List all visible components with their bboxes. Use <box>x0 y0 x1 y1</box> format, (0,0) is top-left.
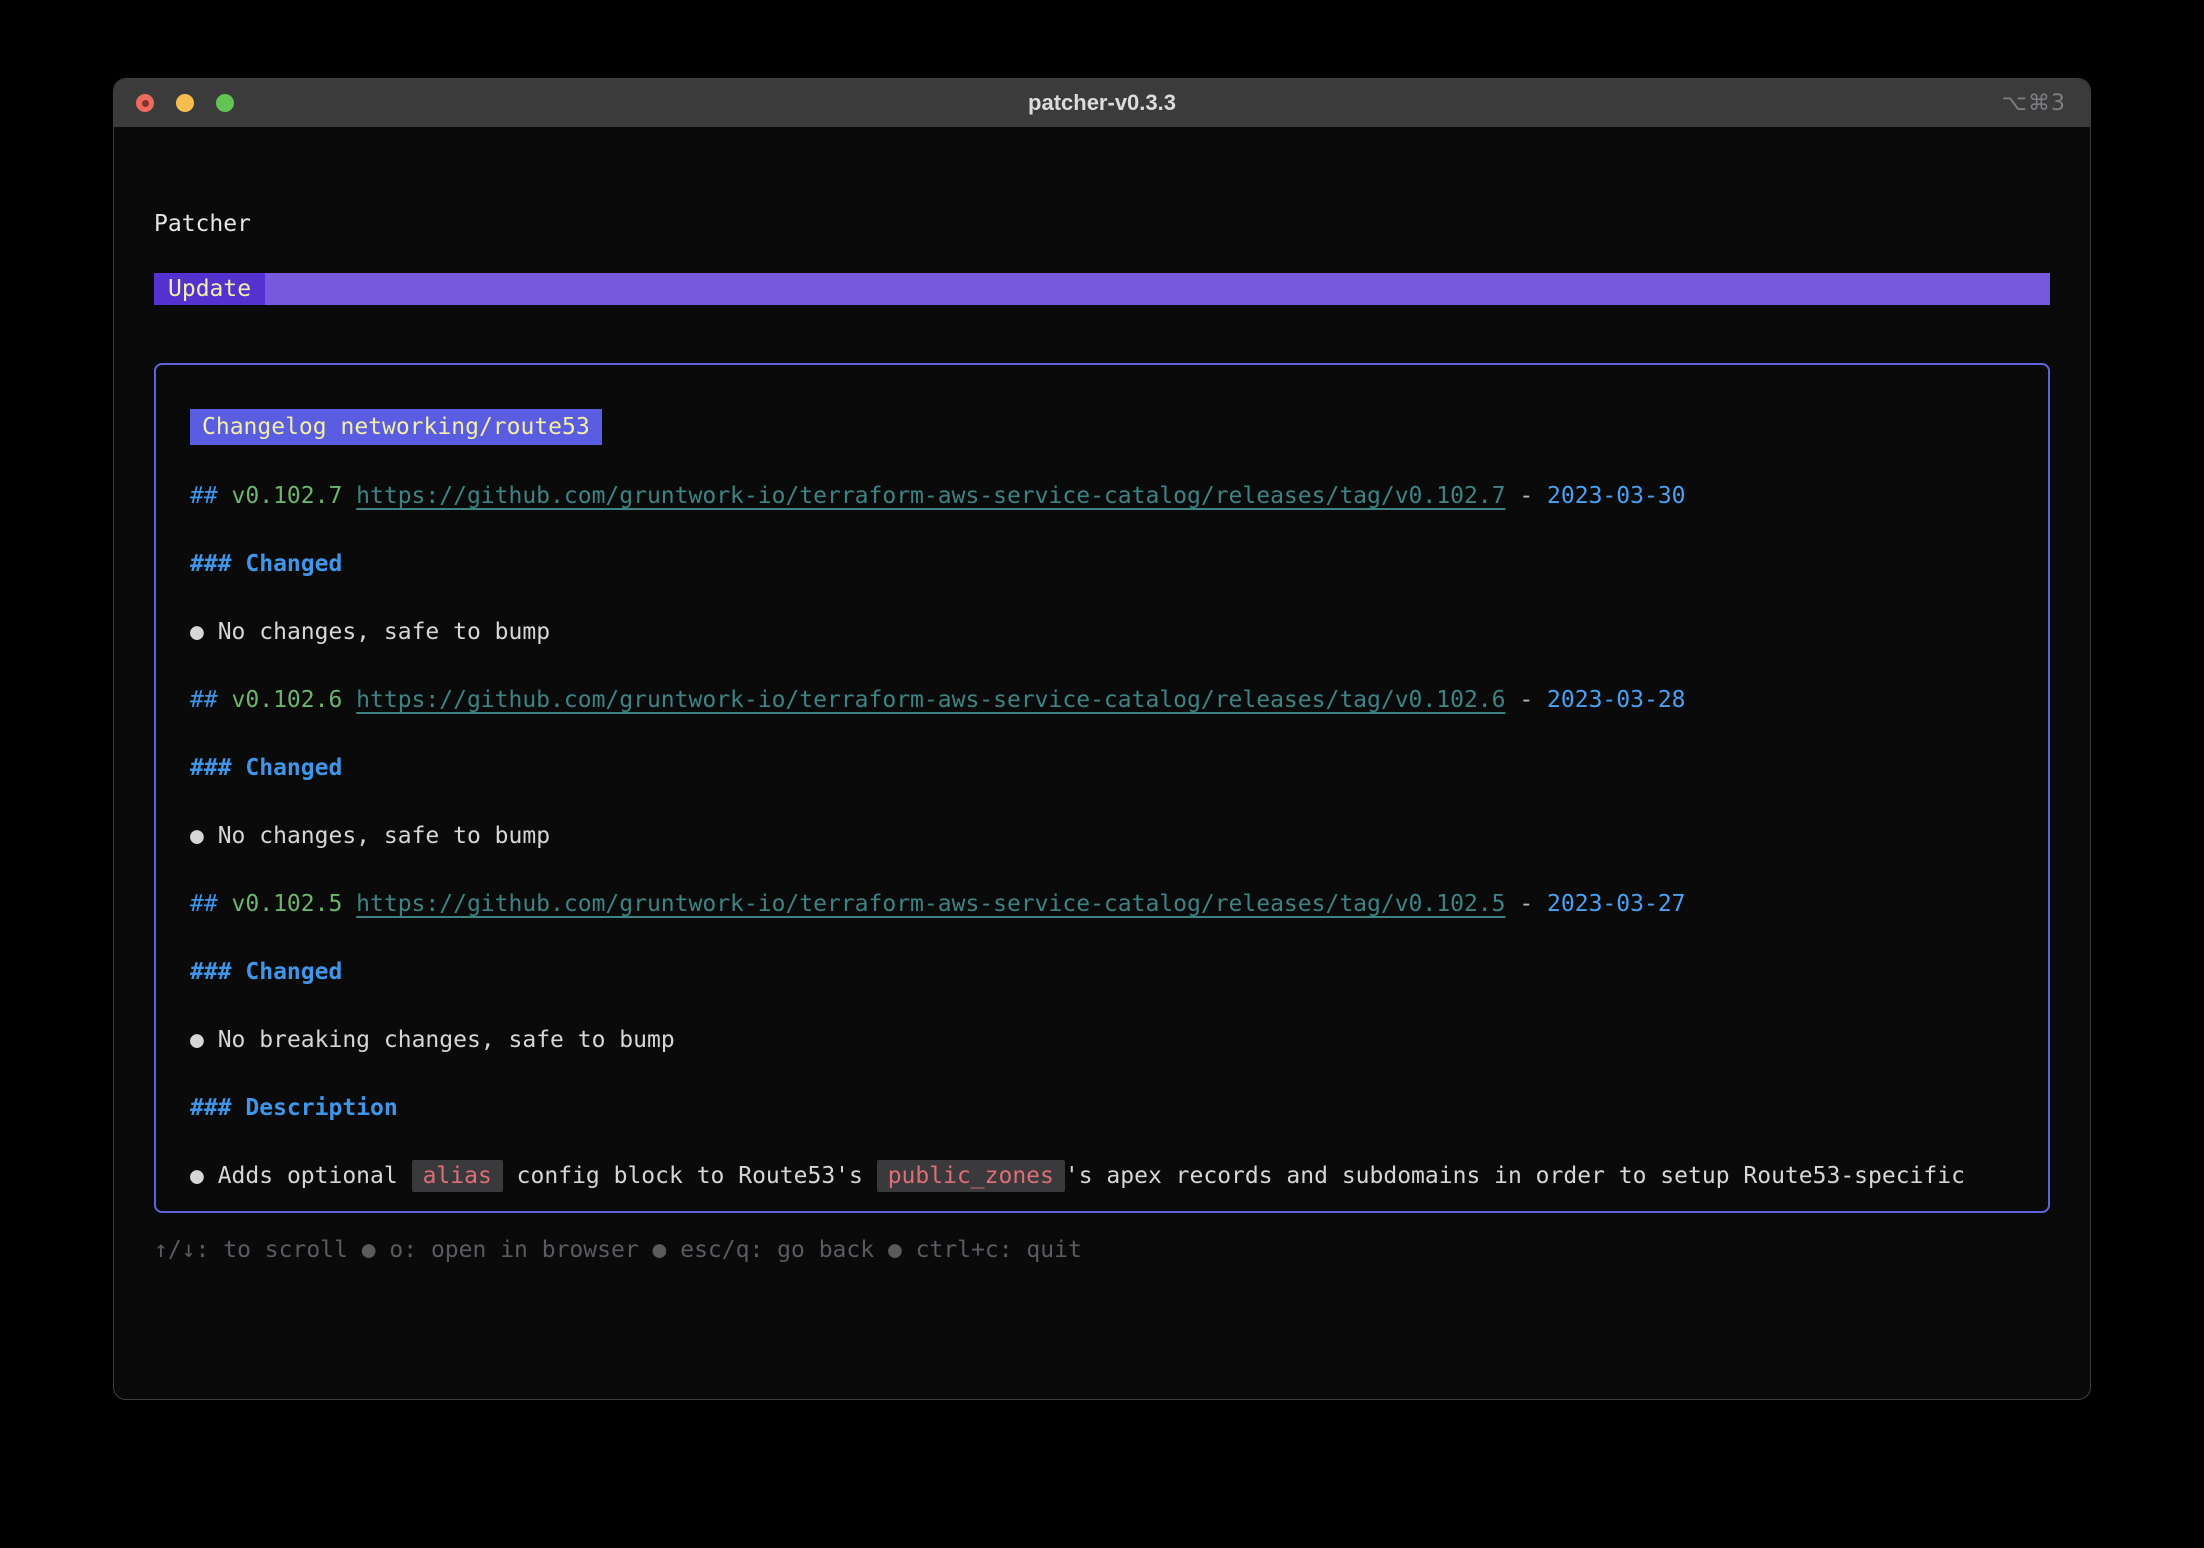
release-link[interactable]: https://github.com/gruntwork-io/terrafor… <box>356 483 1505 509</box>
release-version: v0.102.6 <box>232 687 357 713</box>
bullet-text: No breaking changes, safe to bump <box>218 1027 675 1053</box>
release-date: 2023-03-30 <box>1547 483 1685 509</box>
bullet-separator-icon: ● <box>874 1237 916 1263</box>
changelog-version-line: ## v0.102.5 https://github.com/gruntwork… <box>190 887 2028 921</box>
terminal-content: Patcher Update Changelog networking/rout… <box>114 207 2090 1267</box>
changelog-version-line: ## v0.102.6 https://github.com/gruntwork… <box>190 683 2028 717</box>
changelog-body: ## v0.102.7 https://github.com/gruntwork… <box>182 479 2028 1193</box>
app-title: Patcher <box>154 207 2050 241</box>
section-heading: ### Changed <box>190 547 2028 581</box>
section-heading: ### Changed <box>190 751 2028 785</box>
tab-update[interactable]: Update <box>154 273 265 305</box>
release-link[interactable]: https://github.com/gruntwork-io/terrafor… <box>356 891 1505 917</box>
section-heading: ### Changed <box>190 955 2028 989</box>
bullet-separator-icon: ● <box>348 1237 390 1263</box>
help-item: ctrl+c: quit <box>916 1237 1082 1263</box>
bullet-item: ● No breaking changes, safe to bump <box>190 1023 2028 1057</box>
heading-marker: ## <box>190 891 232 917</box>
bullet-text: 's apex records and subdomains in order … <box>1065 1163 1965 1189</box>
bullet-icon: ● <box>190 823 218 849</box>
help-item: esc/q: go back <box>680 1237 874 1263</box>
bullet-icon: ● <box>190 1163 218 1189</box>
window-titlebar[interactable]: patcher-v0.3.3 ⌥⌘3 <box>114 79 2090 127</box>
bullet-icon: ● <box>190 619 218 645</box>
section-heading: ### Description <box>190 1091 2028 1125</box>
changelog-title-badge: Changelog networking/route53 <box>190 409 602 445</box>
bullet-item: ● No changes, safe to bump <box>190 819 2028 853</box>
desktop: patcher-v0.3.3 ⌥⌘3 Patcher Update Change… <box>0 0 2204 1548</box>
window-shortcut-hint: ⌥⌘3 <box>2002 79 2066 127</box>
inline-code: public_zones <box>877 1160 1065 1192</box>
dash-separator: - <box>1506 687 1548 713</box>
release-date: 2023-03-28 <box>1547 687 1685 713</box>
dash-separator: - <box>1506 891 1548 917</box>
window-title: patcher-v0.3.3 <box>114 79 2090 127</box>
tab-bar: Update <box>154 273 2050 305</box>
changelog-header-row: Changelog networking/route53 <box>190 409 2028 445</box>
release-link[interactable]: https://github.com/gruntwork-io/terrafor… <box>356 687 1505 713</box>
help-item: o: open in browser <box>389 1237 638 1263</box>
release-version: v0.102.7 <box>232 483 357 509</box>
bullet-item: ● No changes, safe to bump <box>190 615 2028 649</box>
bullet-text: No changes, safe to bump <box>218 823 550 849</box>
bullet-icon: ● <box>190 1027 218 1053</box>
changelog-version-line: ## v0.102.7 https://github.com/gruntwork… <box>190 479 2028 513</box>
bullet-text: Adds optional <box>218 1163 412 1189</box>
release-date: 2023-03-27 <box>1547 891 1685 917</box>
bullet-separator-icon: ● <box>639 1237 681 1263</box>
bullet-item: ● Adds optional alias config block to Ro… <box>190 1159 2028 1193</box>
bullet-text: config block to Route53's <box>503 1163 877 1189</box>
release-version: v0.102.5 <box>232 891 357 917</box>
dash-separator: - <box>1506 483 1548 509</box>
app-window: patcher-v0.3.3 ⌥⌘3 Patcher Update Change… <box>113 78 2091 1400</box>
changelog-viewport[interactable]: Changelog networking/route53 ## v0.102.7… <box>154 363 2050 1213</box>
inline-code: alias <box>412 1160 503 1192</box>
heading-marker: ## <box>190 687 232 713</box>
help-item: ↑/↓: to scroll <box>154 1237 348 1263</box>
bullet-text: No changes, safe to bump <box>218 619 550 645</box>
help-bar: ↑/↓: to scroll ● o: open in browser ● es… <box>154 1233 2050 1267</box>
heading-marker: ## <box>190 483 232 509</box>
